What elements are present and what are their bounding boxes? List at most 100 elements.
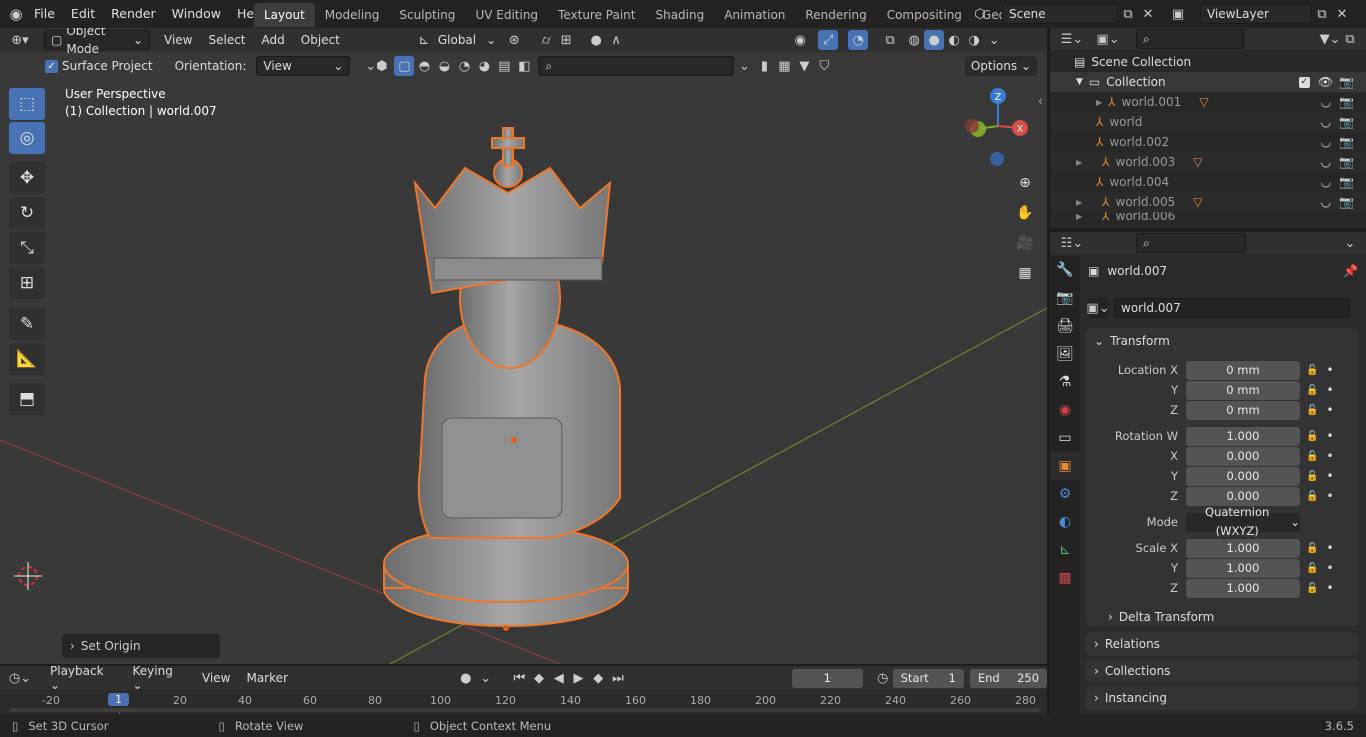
remove-viewlayer-icon[interactable]: ✕ bbox=[1332, 4, 1352, 24]
scene-icon[interactable]: ⬡ bbox=[970, 4, 990, 24]
rotation-x-field[interactable]: 0.000 bbox=[1186, 446, 1300, 466]
outliner-search-input[interactable]: ⌕ bbox=[1136, 29, 1244, 49]
keyframe-dot-icon[interactable]: • bbox=[1326, 429, 1333, 443]
eye-icon[interactable]: ◡ bbox=[1321, 115, 1331, 129]
pin-icon[interactable]: 📌 bbox=[1343, 264, 1358, 278]
timeline-menu-view[interactable]: View bbox=[194, 671, 238, 685]
camera-icon[interactable]: 📷 bbox=[1339, 75, 1354, 89]
camera-icon[interactable]: 📷 bbox=[1339, 95, 1354, 109]
display-mode-icon[interactable]: ▣⌄ bbox=[1096, 29, 1119, 49]
camera-icon[interactable]: 📷 bbox=[1339, 115, 1354, 129]
measure-tool[interactable]: 📐 bbox=[9, 343, 45, 375]
camera-icon[interactable]: 📷 bbox=[1339, 195, 1354, 209]
chevron-down-icon[interactable]: ⌄ bbox=[1340, 233, 1360, 253]
properties-editor-icon[interactable]: ☷⌄ bbox=[1061, 233, 1084, 253]
outliner-editor-icon[interactable]: ☰⌄ bbox=[1061, 29, 1084, 49]
scale-x-field[interactable]: 1.000 bbox=[1186, 538, 1300, 558]
keyframe-dot-icon[interactable]: • bbox=[1326, 561, 1333, 575]
object-name-field[interactable]: world.007 bbox=[1114, 298, 1350, 318]
eye-icon[interactable]: ◡ bbox=[1321, 135, 1331, 149]
jump-end-icon[interactable]: ⏭ bbox=[608, 668, 628, 688]
start-frame-field[interactable]: Start 1 bbox=[892, 668, 964, 688]
new-viewlayer-icon[interactable]: ⧉ bbox=[1312, 4, 1332, 24]
delta-transform-subpanel[interactable]: › Delta Transform bbox=[1086, 606, 1358, 628]
timeline-editor-icon[interactable]: ◷⌄ bbox=[9, 668, 31, 688]
modifier-tab-icon[interactable]: ⚙ bbox=[1050, 480, 1080, 508]
keyframe-dot-icon[interactable]: • bbox=[1326, 541, 1333, 555]
menu-render[interactable]: Render bbox=[103, 0, 164, 28]
next-keyframe-icon[interactable]: ◆ bbox=[588, 668, 608, 688]
zoom-icon[interactable]: ⊕ bbox=[1012, 170, 1038, 196]
view-layer-tab-icon[interactable]: 🖼 bbox=[1050, 340, 1080, 368]
remove-scene-icon[interactable]: ✕ bbox=[1138, 4, 1158, 24]
timeline-ruler[interactable]: -20 1 20 40 60 80 100 120 140 160 180 20… bbox=[0, 692, 1047, 714]
include-checkbox[interactable]: ✓ bbox=[1298, 76, 1310, 88]
location-z-field[interactable]: 0 mm bbox=[1186, 400, 1300, 420]
current-frame-field[interactable]: 1 bbox=[791, 668, 863, 688]
add-cube-tool[interactable]: ⬒ bbox=[9, 383, 45, 415]
new-collection-icon[interactable]: ⧉ bbox=[1340, 29, 1360, 49]
3d-viewport[interactable]: ⊕▾ ▢ Object Mode ⌄ View Select Add Object … bbox=[0, 28, 1047, 664]
prev-keyframe-icon[interactable]: ◆ bbox=[529, 668, 549, 688]
location-x-field[interactable]: 0 mm bbox=[1186, 360, 1300, 380]
play-reverse-icon[interactable]: ◀ bbox=[549, 668, 569, 688]
blender-logo-icon[interactable]: ◉ bbox=[6, 4, 26, 24]
camera-icon[interactable]: 📷 bbox=[1339, 135, 1354, 149]
playhead[interactable]: 1 bbox=[108, 693, 129, 706]
tab-shading[interactable]: Shading bbox=[645, 3, 714, 27]
cursor-tool[interactable]: ◎ bbox=[9, 122, 45, 154]
scale-tool[interactable]: ⤡ bbox=[9, 232, 45, 264]
navigation-gizmo[interactable]: Z X bbox=[958, 86, 1038, 170]
chess-king-model[interactable] bbox=[370, 88, 660, 648]
stopwatch-icon[interactable]: ◷ bbox=[873, 668, 893, 688]
scale-z-field[interactable]: 1.000 bbox=[1186, 578, 1300, 598]
eye-icon[interactable]: ◡ bbox=[1321, 175, 1331, 189]
rotation-w-field[interactable]: 1.000 bbox=[1186, 426, 1300, 446]
menu-edit[interactable]: Edit bbox=[63, 0, 103, 28]
pan-hand-icon[interactable]: ✋ bbox=[1012, 200, 1038, 226]
menu-window[interactable]: Window bbox=[164, 0, 229, 28]
outliner-item[interactable]: ▶ ⅄ world.006 bbox=[1050, 212, 1366, 220]
timeline-menu-marker[interactable]: Marker bbox=[238, 671, 295, 685]
tab-texture-paint[interactable]: Texture Paint bbox=[548, 3, 645, 27]
tab-animation[interactable]: Animation bbox=[714, 3, 795, 27]
tab-sculpting[interactable]: Sculpting bbox=[389, 3, 465, 27]
tab-modeling[interactable]: Modeling bbox=[315, 3, 390, 27]
timeline-menu-playback[interactable]: Playback ⌄ bbox=[42, 664, 125, 692]
sidebar-toggle-icon[interactable]: ‹ bbox=[1038, 94, 1043, 108]
camera-icon[interactable]: 📷 bbox=[1339, 155, 1354, 169]
last-operator-panel[interactable]: › Set Origin bbox=[62, 634, 220, 658]
outliner-item[interactable]: ▶ ⅄ world.001 ▽ ◡ 📷 bbox=[1050, 92, 1366, 112]
keyframe-dot-icon[interactable]: • bbox=[1326, 449, 1333, 463]
eye-icon[interactable]: 👁 bbox=[1318, 75, 1333, 89]
properties-search-input[interactable]: ⌕ bbox=[1136, 233, 1246, 253]
camera-view-icon[interactable]: 🎥 bbox=[1012, 230, 1038, 256]
lock-icon[interactable]: 🔓 bbox=[1306, 385, 1318, 396]
keying-set-icon[interactable]: ⌄ bbox=[476, 668, 496, 688]
keyframe-dot-icon[interactable]: • bbox=[1326, 469, 1333, 483]
lock-icon[interactable]: 🔓 bbox=[1306, 563, 1318, 574]
annotate-tool[interactable]: ✎ bbox=[9, 308, 45, 340]
lock-icon[interactable]: 🔓 bbox=[1306, 405, 1318, 416]
viewlayer-field[interactable]: ViewLayer bbox=[1200, 4, 1312, 24]
texture-tab-icon[interactable]: ▩ bbox=[1050, 564, 1080, 592]
rotation-mode-select[interactable]: Quaternion (WXYZ) ⌄ bbox=[1186, 505, 1300, 538]
scene-tab-icon[interactable]: ⚗ bbox=[1050, 368, 1080, 396]
object-browse-icon[interactable]: ▣⌄ bbox=[1086, 298, 1110, 318]
new-scene-icon[interactable]: ⧉ bbox=[1118, 4, 1138, 24]
lock-icon[interactable]: 🔓 bbox=[1306, 365, 1318, 376]
transform-tool[interactable]: ⊞ bbox=[9, 267, 45, 299]
timeline-menu-keying[interactable]: Keying ⌄ bbox=[125, 664, 194, 692]
keyframe-dot-icon[interactable]: • bbox=[1326, 489, 1333, 503]
output-tab-icon[interactable]: 🖨 bbox=[1050, 312, 1080, 340]
menu-file[interactable]: File bbox=[26, 0, 63, 28]
world-tab-icon[interactable]: ◉ bbox=[1050, 396, 1080, 424]
relations-panel[interactable]: › Relations bbox=[1086, 632, 1358, 656]
move-tool[interactable]: ✥ bbox=[9, 162, 45, 194]
rotation-y-field[interactable]: 0.000 bbox=[1186, 466, 1300, 486]
lock-icon[interactable]: 🔓 bbox=[1306, 583, 1318, 594]
collection-row[interactable]: ▼ ▭ Collection ✓ 👁 📷 bbox=[1050, 72, 1366, 92]
keyframe-dot-icon[interactable]: • bbox=[1326, 403, 1333, 417]
object-tab-icon[interactable]: ▣ bbox=[1050, 452, 1080, 480]
lock-icon[interactable]: 🔓 bbox=[1306, 491, 1318, 502]
